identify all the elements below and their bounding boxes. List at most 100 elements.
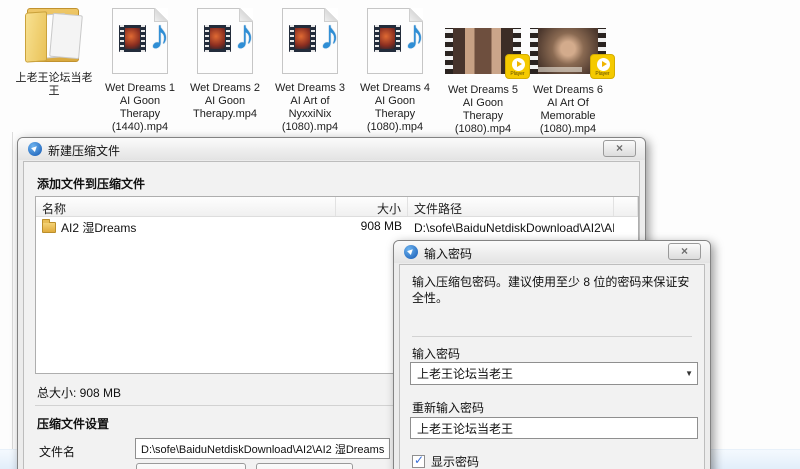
file-label-line: (1080).mp4 <box>281 121 339 133</box>
password-combobox[interactable]: ▼ <box>410 362 698 385</box>
music-note-icon: ♪ <box>404 11 425 58</box>
file-icon-wet-dreams-1[interactable]: ♪ Wet Dreams 1 AI Goon Therapy (1440).mp… <box>92 4 188 134</box>
table-row[interactable]: AI2 湿Dreams 908 MB D:\sofe\BaiduNetdiskD… <box>36 217 638 236</box>
file-label-line: Wet Dreams 3 <box>274 82 346 94</box>
chevron-down-icon[interactable]: ▼ <box>685 369 693 378</box>
file-label-line: Memorable <box>540 110 596 122</box>
file-label-line: Therapy <box>374 108 416 120</box>
password-label: 输入密码 <box>412 347 461 361</box>
filmstrip-icon <box>204 25 231 52</box>
total-size-label: 总大小: 908 MB <box>37 386 122 400</box>
file-label: Wet Dreams 4 AI Goon Therapy (1080).mp4 <box>347 82 443 134</box>
row-name-text: AI2 湿Dreams <box>61 221 137 235</box>
table-header-row: 名称 大小 文件路径 <box>36 197 638 217</box>
row-name-cell: AI2 湿Dreams <box>36 217 336 236</box>
table-header-spacer <box>614 197 638 216</box>
file-label-line: Wet Dreams 2 <box>189 82 261 94</box>
password-input[interactable] <box>411 363 679 384</box>
video-doc-icon: ♪ <box>197 8 255 74</box>
show-password-row[interactable]: ✓ 显示密码 <box>412 453 479 469</box>
video-thumbnail: Player <box>530 28 615 79</box>
folder-small-icon <box>42 219 56 233</box>
file-label-line: AI Goon <box>462 97 504 109</box>
file-label-line: AI Art Of <box>547 97 589 109</box>
filename-label: 文件名 <box>39 445 76 459</box>
thumbnail-image <box>453 28 513 74</box>
file-label-line: (1440).mp4 <box>111 121 169 133</box>
bottom-control-1[interactable] <box>136 463 246 469</box>
play-triangle <box>602 61 607 67</box>
music-note-icon: ♪ <box>319 11 340 58</box>
background-window-edge <box>12 132 13 469</box>
video-doc-icon: ♪ <box>282 8 340 74</box>
filename-input[interactable] <box>135 438 390 459</box>
new-archive-title: 新建压缩文件 <box>48 144 121 158</box>
file-label: Wet Dreams 3 AI Art of NyxxiNix (1080).m… <box>262 82 358 134</box>
folder-label-line: 王 <box>48 85 60 97</box>
password-dialog: 输入密码 × 输入压缩包密码。建议使用至少 8 位的密码来保证安全性。 输入密码… <box>393 240 711 469</box>
folder-label: 上老王论坛当老 王 <box>6 72 102 98</box>
confirm-password-label: 重新输入密码 <box>412 401 485 415</box>
file-label: Wet Dreams 2 AI Goon Therapy.mp4 <box>177 82 273 121</box>
file-icon-wet-dreams-2[interactable]: ♪ Wet Dreams 2 AI Goon Therapy.mp4 <box>177 4 273 121</box>
file-label-line: AI Goon <box>119 95 161 107</box>
password-dialog-icon <box>404 245 418 259</box>
password-instruction: 输入压缩包密码。建议使用至少 8 位的密码来保证安全性。 <box>412 275 690 305</box>
video-doc-icon: ♪ <box>112 8 170 74</box>
file-label-line: Wet Dreams 5 <box>447 84 519 96</box>
player-badge: Player <box>590 54 615 79</box>
divider <box>412 336 692 337</box>
new-archive-titlebar[interactable]: 新建压缩文件 × <box>18 138 645 160</box>
password-body: 输入压缩包密码。建议使用至少 8 位的密码来保证安全性。 输入密码 ▼ 重新输入… <box>399 264 705 469</box>
file-label-line: Therapy.mp4 <box>193 108 257 120</box>
file-icon-wet-dreams-4[interactable]: ♪ Wet Dreams 4 AI Goon Therapy (1080).mp… <box>347 4 443 134</box>
folder-icon <box>23 6 85 66</box>
table-header-size[interactable]: 大小 <box>336 197 408 216</box>
music-note-icon: ♪ <box>149 11 170 58</box>
file-icon-wet-dreams-6[interactable]: Player Wet Dreams 6 AI Art Of Memorable … <box>520 4 616 136</box>
file-label-line: AI Art of <box>290 95 330 107</box>
bottom-control-2[interactable] <box>256 463 353 469</box>
row-path-cell: D:\sofe\BaiduNetdiskDownload\AI2\AI2 湿Dr… <box>414 221 614 235</box>
file-label: Wet Dreams 1 AI Goon Therapy (1440).mp4 <box>92 82 188 134</box>
check-icon: ✓ <box>414 453 425 467</box>
file-label-line: AI Goon <box>374 95 416 107</box>
confirm-password-input[interactable] <box>410 417 698 439</box>
close-icon[interactable]: × <box>603 140 636 157</box>
file-label: Wet Dreams 5 AI Goon Therapy (1080).mp4 <box>435 84 531 136</box>
player-badge-text: Player <box>595 71 610 77</box>
archive-dialog-icon <box>28 142 42 156</box>
video-doc-icon: ♪ <box>367 8 425 74</box>
row-size-cell: 908 MB <box>360 219 402 233</box>
file-label-line: Wet Dreams 1 <box>104 82 176 94</box>
folder-icon-item[interactable]: 上老王论坛当老 王 <box>6 6 102 98</box>
row-spacer <box>614 217 638 236</box>
folder-label-line: 上老王论坛当老 <box>15 72 93 84</box>
file-icon-wet-dreams-5[interactable]: Player Wet Dreams 5 AI Goon Therapy (108… <box>435 4 531 136</box>
archive-settings-section-label: 压缩文件设置 <box>37 417 110 431</box>
file-label-line: (1080).mp4 <box>454 123 512 135</box>
thumbnail-caption <box>538 67 582 72</box>
folder-paper <box>49 12 83 60</box>
music-note-icon: ♪ <box>234 11 255 58</box>
file-icon-wet-dreams-3[interactable]: ♪ Wet Dreams 3 AI Art of NyxxiNix (1080)… <box>262 4 358 134</box>
file-label-line: (1080).mp4 <box>539 123 597 135</box>
folder-front <box>25 11 47 63</box>
add-files-section-label: 添加文件到压缩文件 <box>37 177 146 191</box>
show-password-checkbox[interactable]: ✓ <box>412 453 425 468</box>
close-icon[interactable]: × <box>668 243 701 260</box>
password-dialog-title: 输入密码 <box>424 247 473 261</box>
file-label-line: Wet Dreams 6 <box>532 84 604 96</box>
file-label-line: Therapy <box>119 108 161 120</box>
file-label-line: NyxxiNix <box>288 108 332 120</box>
table-header-name[interactable]: 名称 <box>36 197 336 216</box>
file-label-line: AI Goon <box>204 95 246 107</box>
filmstrip-icon <box>119 25 146 52</box>
filmstrip-icon <box>289 25 316 52</box>
show-password-label: 显示密码 <box>431 455 480 469</box>
table-header-path[interactable]: 文件路径 <box>408 197 614 216</box>
password-titlebar[interactable]: 输入密码 × <box>394 241 710 263</box>
file-label: Wet Dreams 6 AI Art Of Memorable (1080).… <box>520 84 616 136</box>
desktop: 上老王论坛当老 王 ♪ Wet Dreams 1 AI Goon Therapy… <box>0 0 800 469</box>
file-label-line: Therapy <box>462 110 504 122</box>
